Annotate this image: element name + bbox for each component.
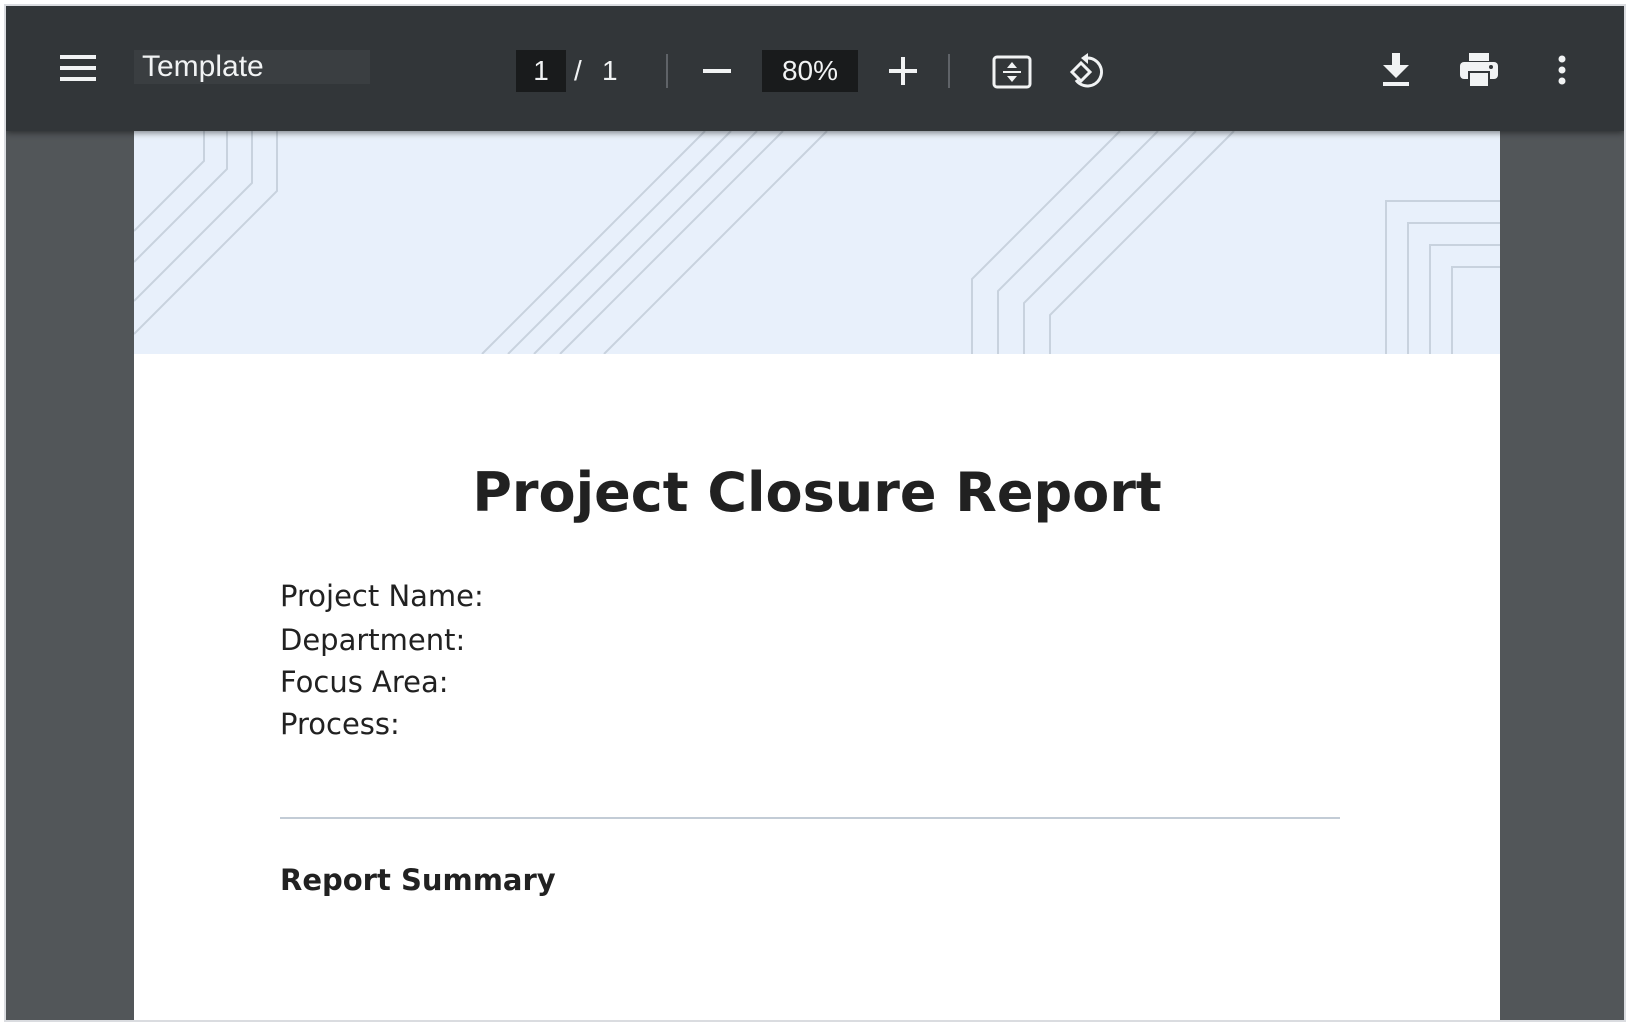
banner-line-pattern bbox=[134, 131, 1500, 354]
pdf-page: Project Closure Report Project Name: Dep… bbox=[134, 131, 1500, 1020]
field-focus-area: Focus Area: bbox=[280, 665, 449, 699]
minus-icon bbox=[703, 69, 731, 73]
print-button[interactable] bbox=[1456, 48, 1502, 92]
field-department: Department: bbox=[280, 623, 466, 657]
printer-icon bbox=[1460, 53, 1498, 87]
download-button[interactable] bbox=[1374, 48, 1418, 92]
document-title: Template bbox=[134, 50, 370, 84]
decorative-banner bbox=[134, 131, 1500, 354]
rotate-counterclockwise-icon bbox=[1069, 53, 1103, 88]
zoom-out-button[interactable] bbox=[696, 50, 738, 92]
zoom-in-button[interactable] bbox=[882, 50, 924, 92]
document-heading: Project Closure Report bbox=[472, 461, 1162, 524]
download-icon bbox=[1383, 53, 1409, 86]
rotate-button[interactable] bbox=[1066, 50, 1110, 94]
section-heading-report-summary: Report Summary bbox=[280, 863, 556, 897]
horizontal-rule bbox=[280, 817, 1340, 819]
pdf-viewer-window: Template 1 / 1 80% Project Closure Repor… bbox=[4, 4, 1626, 1022]
page-total: 1 bbox=[602, 55, 618, 86]
toolbar-divider bbox=[948, 54, 950, 88]
more-actions-button[interactable] bbox=[1540, 48, 1584, 92]
page-number-input[interactable]: 1 bbox=[516, 50, 566, 92]
field-project-name: Project Name: bbox=[280, 579, 484, 613]
fit-to-page-button[interactable] bbox=[990, 50, 1034, 94]
field-process: Process: bbox=[280, 707, 400, 741]
fit-to-page-icon bbox=[992, 55, 1032, 89]
hamburger-menu-icon[interactable] bbox=[58, 48, 98, 88]
pdf-toolbar: Template 1 / 1 80% bbox=[6, 6, 1624, 131]
plus-icon bbox=[889, 57, 917, 85]
more-vertical-icon bbox=[1558, 55, 1566, 85]
zoom-level-input[interactable]: 80% bbox=[762, 50, 858, 92]
page-separator: / bbox=[574, 55, 582, 86]
toolbar-divider bbox=[666, 54, 668, 88]
